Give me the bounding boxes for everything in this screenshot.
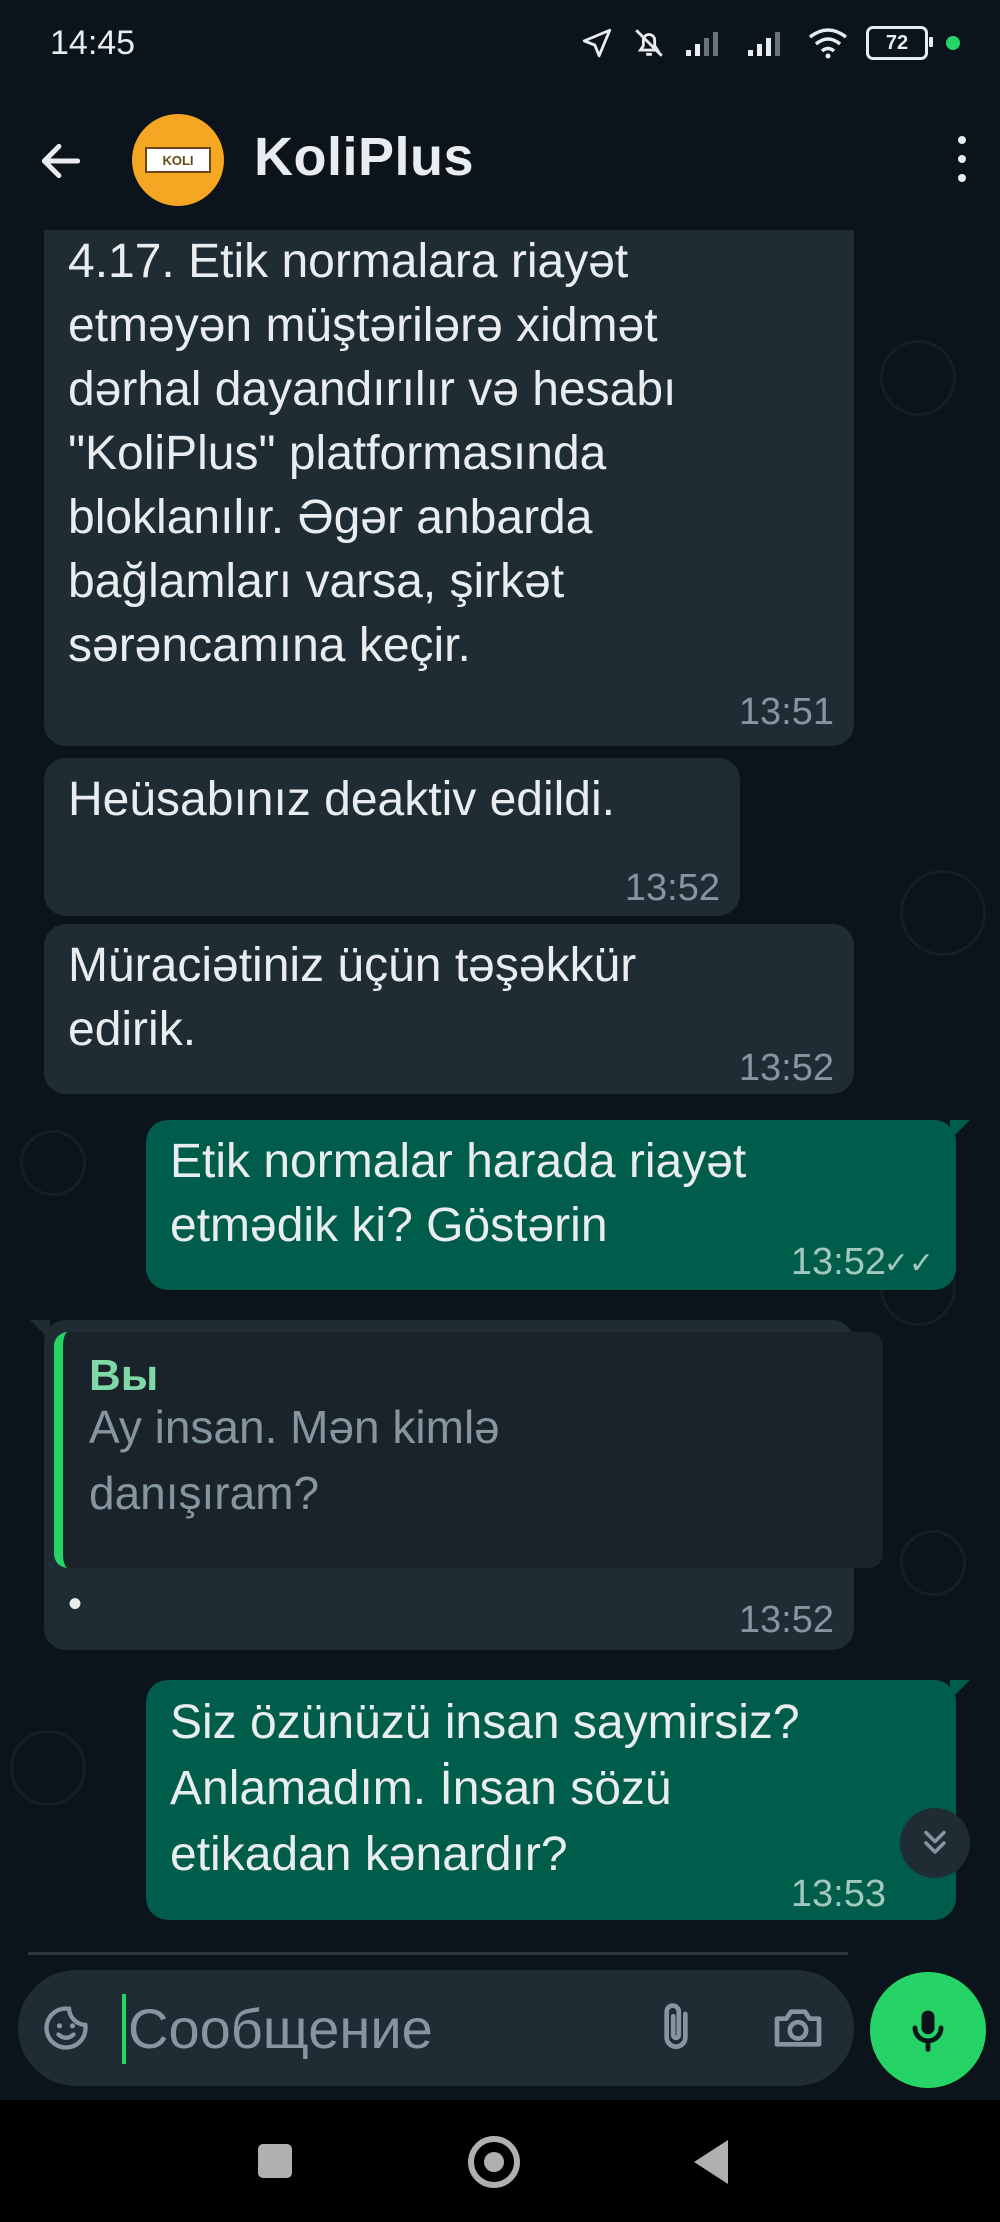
message-list[interactable]: 4.17. Etik normalara riayət etməyən müşt…: [0, 230, 1000, 1960]
battery-indicator: 72: [866, 26, 933, 60]
voice-message-button[interactable]: [870, 1972, 986, 2088]
message-bubble-incoming[interactable]: Heüsabınız deaktiv edildi. 13:52: [44, 758, 740, 916]
battery-level: 72: [885, 31, 909, 54]
message-time: 13:52: [790, 1241, 886, 1283]
status-bar: 14:45 72: [0, 0, 1000, 100]
message-input[interactable]: Сообщение: [128, 1996, 433, 2061]
double-check-icon: ✓✓: [883, 1247, 934, 1280]
paperclip-icon: [664, 2003, 688, 2049]
message-composer[interactable]: Сообщение: [18, 1970, 854, 2086]
signal-icon: [686, 32, 718, 56]
scroll-to-bottom-button[interactable]: [900, 1808, 970, 1878]
quoted-message[interactable]: Вы Ay insan. Mən kimlə danışıram?: [54, 1332, 883, 1568]
more-vert-icon: [958, 136, 966, 144]
message-bubble-incoming[interactable]: Вы Ay insan. Mən kimlə danışıram? • 13:5…: [30, 1320, 883, 1650]
recent-apps-button[interactable]: [258, 2144, 292, 2178]
signal-icon-2: [748, 32, 780, 56]
microphone-icon: [912, 2010, 944, 2052]
location-icon: [582, 28, 612, 58]
privacy-dot-icon: [946, 36, 960, 50]
back-button[interactable]: [36, 136, 86, 191]
system-navigation-bar: [0, 2100, 1000, 2222]
message-text: •: [68, 1582, 83, 1626]
avatar-logo: KOLI: [145, 147, 211, 173]
sticker-icon: [44, 2006, 88, 2050]
system-back-button[interactable]: [694, 2140, 728, 2184]
quoted-text: Ay insan. Mən kimlə danışıram?: [89, 1401, 500, 1519]
wallpaper-doodle: [10, 1730, 86, 1806]
status-time: 14:45: [50, 24, 136, 62]
message-text: 4.17. Etik normalara riayət etməyən müşt…: [68, 235, 677, 672]
wifi-icon: [808, 28, 848, 59]
message-text: Siz özünüzü insan saymirsiz? Anlamadım. …: [170, 1696, 800, 1881]
message-time: 13:53: [790, 1873, 886, 1915]
message-time: 13:51: [738, 691, 834, 733]
wallpaper-doodle: [20, 1130, 86, 1196]
message-bubble-incoming[interactable]: Müraciətiniz üçün təşəkkür edirik. 13:52: [44, 924, 854, 1094]
text-cursor: [122, 1994, 126, 2064]
composer-divider: [28, 1952, 848, 1955]
message-bubble-outgoing[interactable]: Etik normalar harada riayət etmədik ki? …: [146, 1120, 970, 1290]
camera-button[interactable]: [770, 2000, 826, 2061]
message-time: 13:52: [738, 1047, 834, 1089]
message-time: 13:52: [738, 1599, 834, 1641]
sticker-button[interactable]: [40, 2002, 92, 2059]
attach-button[interactable]: [648, 2000, 704, 2061]
message-text: Heüsabınız deaktiv edildi.: [68, 773, 615, 826]
double-chevron-down-icon: [924, 1830, 946, 1854]
message-time: 13:52: [624, 867, 720, 909]
message-bubble-outgoing[interactable]: Siz özünüzü insan saymirsiz? Anlamadım. …: [146, 1680, 970, 1920]
message-bubble-incoming[interactable]: 4.17. Etik normalara riayət etməyən müşt…: [44, 230, 854, 746]
message-text: Etik normalar harada riayət etmədik ki? …: [170, 1135, 747, 1252]
camera-icon: [774, 2009, 822, 2047]
home-button[interactable]: [468, 2136, 520, 2188]
wallpaper-doodle: [880, 340, 956, 416]
wallpaper-doodle: [900, 1530, 966, 1596]
more-options-button[interactable]: [958, 136, 966, 182]
contact-name[interactable]: KoliPlus: [254, 126, 474, 188]
chat-header: KOLI KoliPlus: [0, 100, 1000, 230]
message-text: Müraciətiniz üçün təşəkkür edirik.: [68, 939, 637, 1056]
bell-muted-icon: [635, 29, 663, 57]
status-icons: 72: [580, 26, 960, 60]
contact-avatar[interactable]: KOLI: [132, 114, 224, 206]
wallpaper-doodle: [900, 870, 986, 956]
arrow-left-icon: [41, 143, 81, 179]
